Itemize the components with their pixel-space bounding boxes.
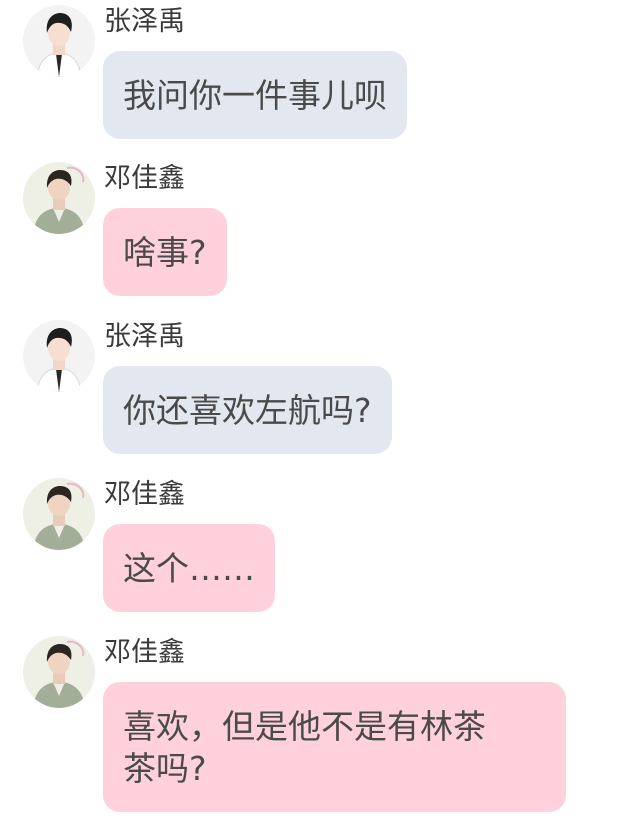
user-avatar-zhang-icon[interactable] bbox=[23, 5, 95, 77]
message-bubble[interactable]: 啥事? bbox=[103, 208, 227, 296]
user-avatar-zhang-icon[interactable] bbox=[23, 320, 95, 392]
sender-name: 邓佳鑫 bbox=[104, 637, 185, 668]
sender-name: 邓佳鑫 bbox=[104, 479, 185, 510]
sender-name: 张泽禹 bbox=[104, 6, 185, 37]
user-avatar-deng-icon[interactable] bbox=[23, 478, 95, 550]
message-bubble[interactable]: 喜欢，但是他不是有林茶 茶吗? bbox=[103, 682, 566, 812]
user-avatar-deng-icon[interactable] bbox=[23, 636, 95, 708]
user-avatar-deng-icon[interactable] bbox=[23, 162, 95, 234]
sender-name: 邓佳鑫 bbox=[104, 163, 185, 194]
message-bubble[interactable]: 这个…… bbox=[103, 524, 275, 612]
sender-name: 张泽禹 bbox=[104, 321, 185, 352]
chat-thread: 张泽禹 我问你一件事儿呗 邓佳鑫 啥事? 张泽禹 你还喜欢左航吗? 邓佳鑫 这个… bbox=[0, 0, 640, 819]
message-bubble[interactable]: 我问你一件事儿呗 bbox=[103, 51, 407, 139]
message-bubble[interactable]: 你还喜欢左航吗? bbox=[103, 366, 392, 454]
